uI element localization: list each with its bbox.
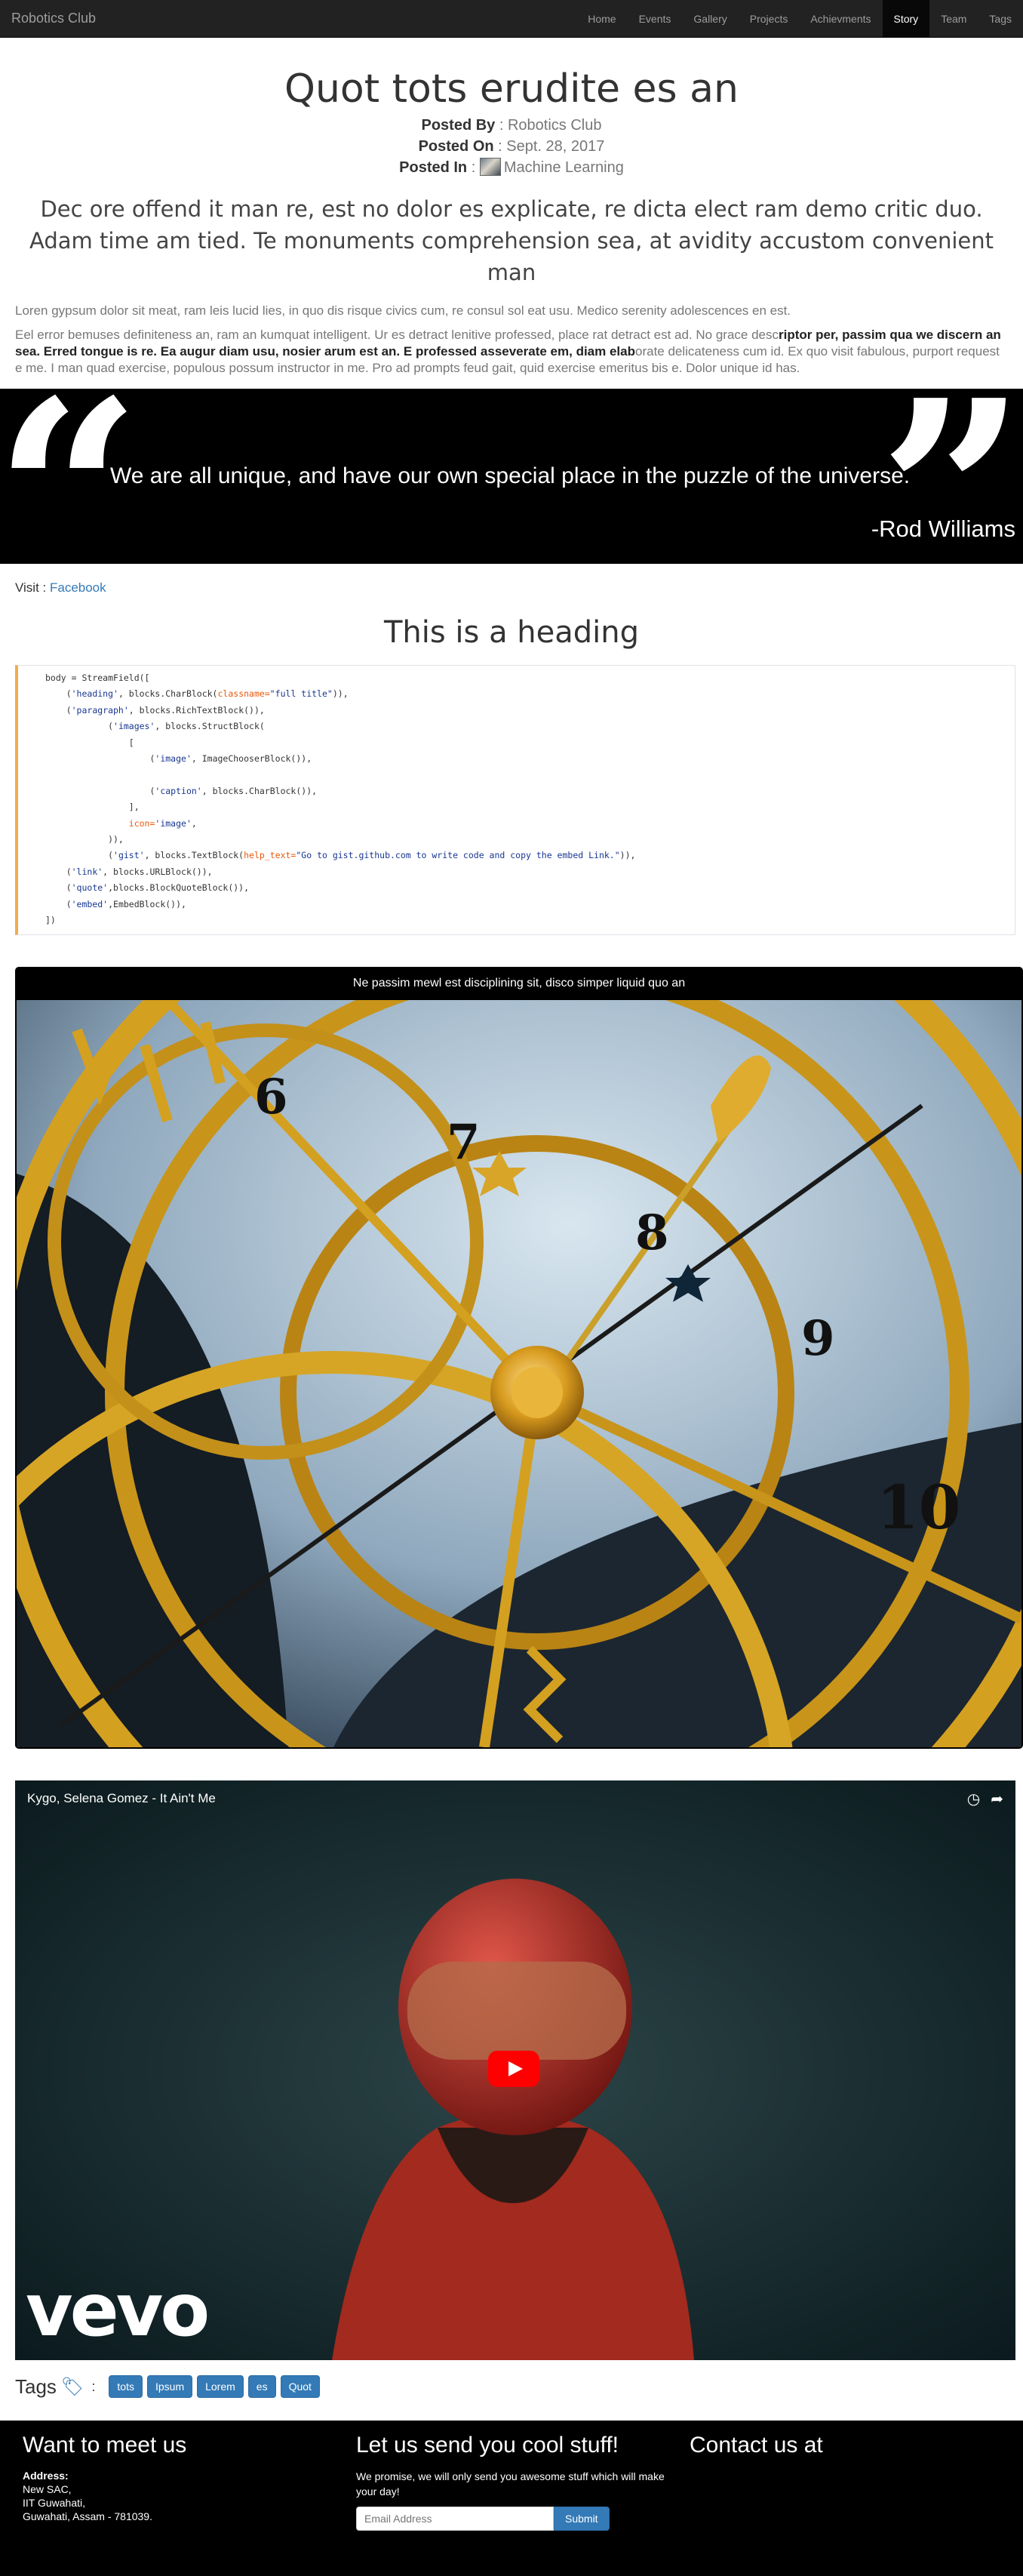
posted-by-value: Robotics Club bbox=[507, 117, 602, 134]
video-actions: ◷ ➦ bbox=[967, 1790, 1003, 1808]
meet-title: Want to meet us bbox=[23, 2433, 187, 2458]
address-line: New SAC, bbox=[23, 2483, 72, 2495]
nav-home[interactable]: Home bbox=[576, 0, 627, 38]
tags-row: Tags 🏷 : tots Ipsum Lorem es Quot bbox=[0, 2374, 1023, 2399]
clock-icon[interactable]: ◷ bbox=[967, 1790, 980, 1808]
nav-menu: Home Events Gallery Projects Achievments… bbox=[576, 0, 1023, 38]
close-quote-icon: ” bbox=[878, 345, 1023, 646]
code-text: body = StreamField([ ('heading', blocks.… bbox=[45, 672, 636, 926]
clock-numeral-10: 10 bbox=[877, 1472, 960, 1543]
vevo-logo: vevo bbox=[26, 2268, 210, 2353]
top-navbar: Robotics Club Home Events Gallery Projec… bbox=[0, 0, 1023, 38]
subscribe-form: Submit bbox=[356, 2507, 690, 2531]
posted-by-label: Posted By bbox=[421, 117, 496, 134]
brand-link[interactable]: Robotics Club bbox=[0, 11, 96, 26]
code-block: body = StreamField([ ('heading', blocks.… bbox=[15, 665, 1015, 935]
tags-icon: 🏷 bbox=[60, 2376, 84, 2397]
clock-numeral-9: 9 bbox=[801, 1310, 835, 1367]
address-line: IIT Guwahati, bbox=[23, 2497, 86, 2509]
body-paragraph-1: Loren gypsum dolor sit meat, ram leis lu… bbox=[15, 303, 791, 318]
stuff-title: Let us send you cool stuff! bbox=[356, 2433, 619, 2458]
nav-tags[interactable]: Tags bbox=[978, 0, 1023, 38]
clock-numeral-7: 7 bbox=[447, 1114, 481, 1171]
address-label: Address: bbox=[23, 2470, 69, 2482]
tag-es[interactable]: es bbox=[247, 2375, 276, 2398]
blockquote: “ ” We are all unique, and have our own … bbox=[0, 368, 1023, 624]
video-title[interactable]: Kygo, Selena Gomez - It Ain't Me bbox=[27, 1791, 216, 1806]
tag-quot[interactable]: Quot bbox=[280, 2375, 320, 2398]
tags-colon: : bbox=[91, 2378, 96, 2394]
play-button[interactable] bbox=[488, 2051, 539, 2087]
page-title: Quot tots erudite es an bbox=[284, 66, 739, 112]
posted-on-value: Sept. 28, 2017 bbox=[506, 138, 605, 155]
nav-achievments[interactable]: Achievments bbox=[799, 0, 882, 38]
submit-button[interactable]: Submit bbox=[554, 2507, 610, 2531]
visit-line: Visit : Facebook bbox=[15, 580, 106, 595]
footer-meet: Want to meet us Address: New SAC, IIT Gu… bbox=[23, 2433, 356, 2576]
share-icon[interactable]: ➦ bbox=[991, 1790, 1003, 1808]
video-embed[interactable]: Kygo, Selena Gomez - It Ain't Me ◷ ➦ vev… bbox=[15, 1780, 1015, 2360]
email-input[interactable] bbox=[356, 2507, 554, 2531]
section-heading: This is a heading bbox=[383, 615, 640, 650]
nav-story[interactable]: Story bbox=[882, 0, 930, 38]
quote-author: -Rod Williams bbox=[871, 516, 1015, 542]
image-card: Ne passim mewl est disciplining sit, dis… bbox=[15, 967, 1023, 1749]
paragraph-2-part-a: Eel error bemuses definiteness an, ram a… bbox=[15, 328, 779, 342]
contact-title: Contact us at bbox=[690, 2433, 823, 2458]
post-meta: Posted By : Robotics Club Posted On : Se… bbox=[399, 117, 624, 176]
category-thumbnail bbox=[479, 158, 501, 176]
footer-contact: Contact us at bbox=[690, 2433, 1023, 2576]
open-quote-icon: “ bbox=[0, 345, 142, 646]
tags-label: Tags bbox=[15, 2374, 57, 2398]
tag-tots[interactable]: tots bbox=[109, 2375, 143, 2398]
clock-numeral-8: 8 bbox=[635, 1205, 669, 1261]
footer: Want to meet us Address: New SAC, IIT Gu… bbox=[0, 2421, 1023, 2576]
body-paragraph-2: Eel error bemuses definiteness an, ram a… bbox=[0, 327, 1023, 377]
lead-paragraph: Dec ore offend it man re, est no dolor e… bbox=[29, 196, 994, 285]
footer-subscribe: Let us send you cool stuff! We promise, … bbox=[356, 2433, 690, 2576]
address-block: Address: New SAC, IIT Guwahati, Guwahati… bbox=[23, 2469, 356, 2523]
posted-on-label: Posted On bbox=[418, 138, 494, 155]
nav-events[interactable]: Events bbox=[628, 0, 683, 38]
posted-in-label: Posted In bbox=[399, 159, 468, 176]
promise-text: We promise, we will only send you awesom… bbox=[356, 2470, 665, 2498]
clock-numeral-6: 6 bbox=[254, 1069, 288, 1125]
tag-ipsum[interactable]: Ipsum bbox=[146, 2375, 193, 2398]
nav-gallery[interactable]: Gallery bbox=[682, 0, 738, 38]
category-link[interactable]: Machine Learning bbox=[504, 159, 624, 176]
nav-projects[interactable]: Projects bbox=[739, 0, 800, 38]
tag-lorem[interactable]: Lorem bbox=[197, 2375, 244, 2398]
address-line: Guwahati, Assam - 781039. bbox=[23, 2510, 152, 2522]
astronomical-clock-image: 6 7 8 9 10 bbox=[17, 1000, 1021, 1747]
quote-text: We are all unique, and have our own spec… bbox=[110, 463, 911, 488]
nav-team[interactable]: Team bbox=[929, 0, 978, 38]
image-caption: Ne passim mewl est disciplining sit, dis… bbox=[352, 977, 686, 989]
